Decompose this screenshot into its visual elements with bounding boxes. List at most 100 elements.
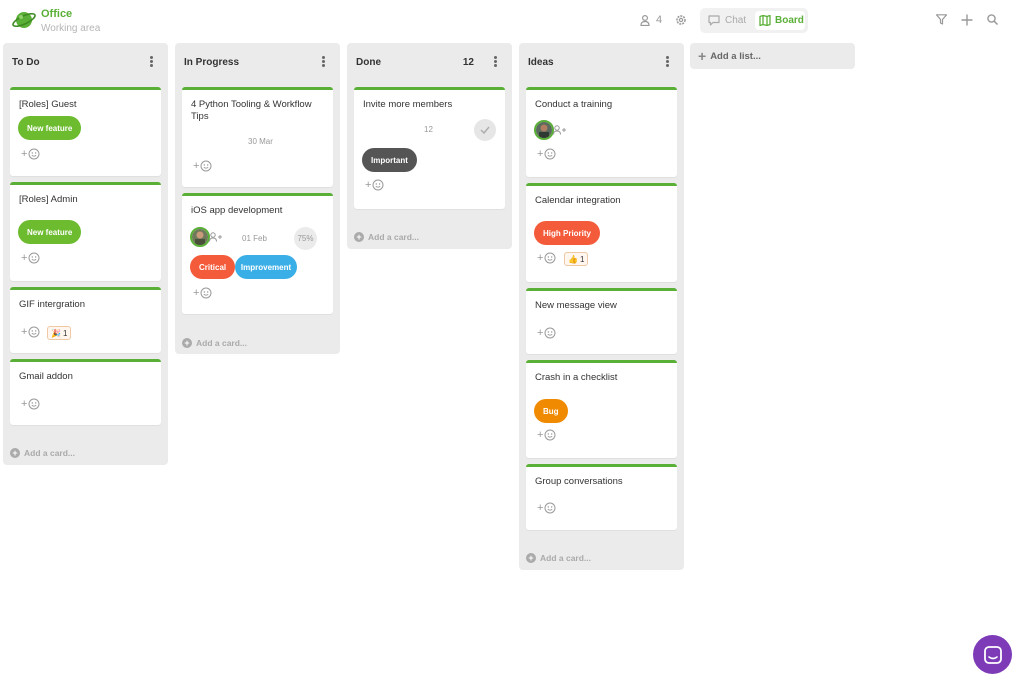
- add-card-button[interactable]: + Add a card...: [10, 448, 75, 458]
- list-title[interactable]: Ideas: [528, 57, 554, 68]
- add-reaction-button[interactable]: +: [537, 148, 556, 160]
- card-title: Crash in a checklist: [535, 372, 618, 383]
- add-member-icon[interactable]: [553, 125, 567, 135]
- reaction-badge[interactable]: 🎉 1: [47, 326, 72, 340]
- card-title: Gmail addon: [19, 371, 73, 382]
- due-date: 30 Mar: [248, 137, 273, 146]
- reaction-badge[interactable]: 👍 1: [564, 252, 589, 266]
- add-card-button[interactable]: + Add a card...: [182, 338, 247, 348]
- smiley-icon: [544, 327, 556, 339]
- chat-icon: [983, 645, 1002, 664]
- add-circle-icon: +: [526, 553, 536, 563]
- add-circle-icon: +: [354, 232, 364, 242]
- add-reaction-button[interactable]: +: [365, 179, 384, 191]
- card-title: Calendar integration: [535, 195, 621, 206]
- label-improvement[interactable]: Improvement: [235, 255, 297, 279]
- list-title[interactable]: To Do: [12, 57, 40, 68]
- card[interactable]: New message view +: [526, 288, 677, 354]
- chat-bubble-icon: [708, 15, 720, 26]
- card-title: iOS app development: [191, 205, 283, 216]
- list-header: In Progress: [175, 43, 340, 81]
- avatar[interactable]: [534, 120, 554, 140]
- avatar[interactable]: [190, 227, 210, 247]
- add-reaction-button[interactable]: +: [193, 160, 212, 172]
- search-icon[interactable]: [987, 14, 998, 25]
- tab-chat[interactable]: Chat: [704, 12, 750, 29]
- card-title: Invite more members: [363, 99, 453, 110]
- card[interactable]: GIF intergration + 🎉 1: [10, 287, 161, 353]
- tab-board[interactable]: Board: [755, 11, 805, 30]
- kebab-menu-icon[interactable]: [150, 56, 154, 68]
- card[interactable]: Crash in a checklist Bug +: [526, 360, 677, 458]
- smiley-icon: [28, 326, 40, 338]
- card[interactable]: Conduct a training +: [526, 87, 677, 177]
- gear-icon[interactable]: [675, 14, 687, 26]
- add-card-button[interactable]: + Add a card...: [354, 232, 419, 242]
- user-photo-icon: [536, 122, 552, 138]
- list-header: To Do: [3, 43, 168, 81]
- add-circle-icon: +: [182, 338, 192, 348]
- card-title: GIF intergration: [19, 299, 85, 310]
- kebab-menu-icon[interactable]: [494, 56, 498, 68]
- label-important[interactable]: Important: [362, 148, 417, 172]
- add-reaction-button[interactable]: +: [537, 502, 556, 514]
- list-done: Done 12 Invite more members 12 Important…: [347, 43, 512, 249]
- card[interactable]: 4 Python Tooling & Workflow Tips 30 Mar …: [182, 87, 333, 187]
- add-card-button[interactable]: + Add a card...: [526, 553, 591, 563]
- label-new-feature[interactable]: New feature: [18, 116, 82, 140]
- kebab-menu-icon[interactable]: [322, 56, 326, 68]
- add-reaction-button[interactable]: +: [21, 326, 40, 338]
- card[interactable]: [Roles] Guest New feature +: [10, 87, 161, 176]
- smiley-icon: [544, 252, 556, 264]
- add-reaction-button[interactable]: +: [21, 398, 40, 410]
- workspace-name[interactable]: Office: [41, 8, 72, 20]
- label-new-feature[interactable]: New feature: [18, 220, 82, 244]
- members-button[interactable]: 4: [640, 14, 662, 26]
- add-card-label: Add a card...: [368, 232, 420, 242]
- add-member-icon[interactable]: [209, 232, 223, 242]
- list-header: Ideas: [519, 43, 684, 81]
- list-title[interactable]: Done: [356, 57, 381, 68]
- add-card-label: Add a card...: [196, 338, 248, 348]
- card[interactable]: Calendar integration High Priority + 👍 1: [526, 183, 677, 282]
- card[interactable]: Invite more members 12 Important +: [354, 87, 505, 209]
- checklist-progress: 75%: [294, 227, 317, 250]
- label-bug[interactable]: Bug: [534, 399, 568, 423]
- label-high-priority[interactable]: High Priority: [534, 221, 601, 245]
- card[interactable]: Gmail addon +: [10, 359, 161, 425]
- party-emoji-icon: 🎉: [51, 328, 61, 338]
- card-count: 12: [462, 57, 474, 68]
- workspace-subtitle: Working area: [41, 23, 101, 34]
- add-reaction-button[interactable]: +: [537, 327, 556, 339]
- add-reaction-button[interactable]: +: [537, 252, 556, 264]
- smiley-icon: [544, 429, 556, 441]
- card-number: 12: [424, 125, 433, 134]
- kebab-menu-icon[interactable]: [666, 56, 670, 68]
- add-list-label: Add a list...: [710, 50, 761, 62]
- add-reaction-button[interactable]: +: [21, 252, 40, 264]
- add-card-label: Add a card...: [24, 448, 76, 458]
- card[interactable]: Group conversations +: [526, 464, 677, 530]
- card-title: New message view: [535, 300, 617, 311]
- add-reaction-button[interactable]: +: [537, 429, 556, 441]
- add-list-button[interactable]: + Add a list...: [690, 43, 855, 69]
- card-title: 4 Python Tooling & Workflow Tips: [191, 99, 312, 122]
- card[interactable]: iOS app development 01 Feb 75% Critical …: [182, 193, 333, 314]
- member-count: 4: [656, 14, 663, 26]
- smiley-icon: [200, 160, 212, 172]
- support-chat-button[interactable]: [973, 635, 1012, 674]
- list-title[interactable]: In Progress: [184, 57, 239, 68]
- list-in-progress: In Progress 4 Python Tooling & Workflow …: [175, 43, 340, 354]
- smiley-icon: [28, 398, 40, 410]
- list-header: Done 12: [347, 43, 512, 81]
- smiley-icon: [28, 148, 40, 160]
- view-switcher: Chat Board: [700, 8, 808, 33]
- add-reaction-button[interactable]: +: [21, 148, 40, 160]
- reaction-count: 1: [579, 254, 585, 264]
- label-critical[interactable]: Critical: [190, 255, 236, 279]
- plus-icon[interactable]: [961, 14, 973, 26]
- add-reaction-button[interactable]: +: [193, 287, 212, 299]
- checkmark-icon[interactable]: [474, 119, 496, 141]
- filter-icon[interactable]: [936, 14, 947, 25]
- card[interactable]: [Roles] Admin New feature +: [10, 182, 161, 281]
